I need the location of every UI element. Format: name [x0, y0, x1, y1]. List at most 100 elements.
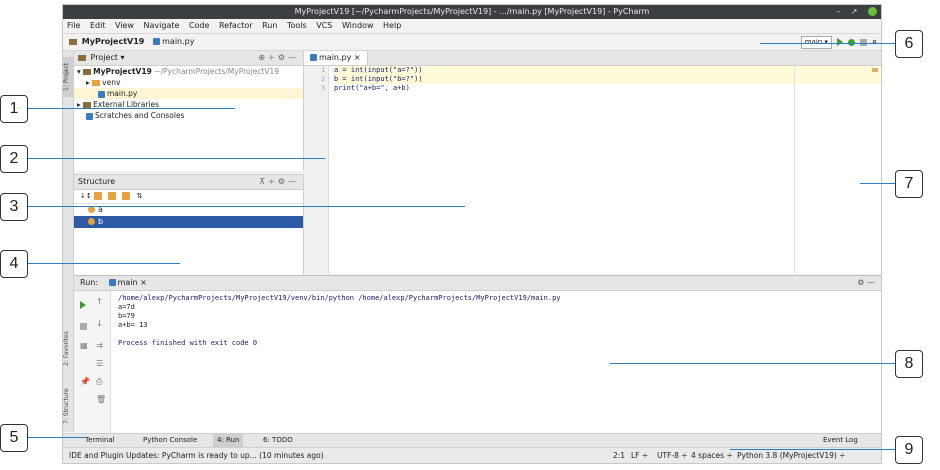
pycharm-window: MyProjectV19 [~/PycharmProjects/MyProjec… — [62, 4, 882, 464]
line-number: 3 — [321, 84, 325, 92]
menu-run[interactable]: Run — [262, 21, 277, 30]
structure-title: Structure — [78, 177, 116, 186]
debug-icon[interactable] — [847, 38, 855, 46]
tree-item-scratches[interactable]: Scratches and Consoles — [74, 110, 303, 121]
callout-6: 6 — [895, 30, 923, 58]
structure-tools-icons[interactable]: ⊼÷⚙— — [259, 175, 299, 189]
tab-main-py[interactable]: main.py × — [304, 51, 368, 65]
close-icon[interactable] — [868, 7, 877, 16]
menu-file[interactable]: File — [67, 21, 80, 30]
filter-icon[interactable] — [108, 192, 117, 200]
project-panel: Project ▾ ⊕÷⚙— ▾ MyProjectV19 ~/PycharmP… — [74, 51, 304, 171]
scroll-up-icon[interactable]: ↑ — [96, 297, 103, 306]
structure-item-b[interactable]: b — [74, 216, 303, 228]
window-controls: – ↗ — [828, 5, 877, 19]
status-line-separator[interactable]: LF ÷ — [631, 448, 648, 463]
scroll-to-end-icon[interactable]: ☰ — [96, 359, 103, 368]
code-line[interactable]: a = int(input("a=?")) — [334, 66, 881, 75]
menu-vcs[interactable]: VCS — [316, 21, 332, 30]
menu-edit[interactable]: Edit — [90, 21, 106, 30]
error-stripe-marker[interactable] — [872, 68, 878, 72]
code-editor: main.py × 1 2 3 a = int(input("a=?")) b … — [304, 51, 881, 274]
python-file-icon — [153, 38, 161, 45]
callout-line-8 — [610, 363, 895, 364]
run-tab-main[interactable]: main × — [108, 278, 147, 287]
expand-icon[interactable]: ⇅ — [137, 192, 143, 200]
editor-tabs: main.py × — [304, 51, 881, 66]
run-icon[interactable] — [836, 38, 843, 46]
filter-icon[interactable] — [93, 192, 102, 200]
structure-toolbar: ↓↕ ⇅ — [74, 190, 303, 204]
code-line[interactable]: print("a+b=", a+b) — [334, 84, 881, 93]
menu-code[interactable]: Code — [189, 21, 209, 30]
callout-4: 4 — [0, 250, 28, 278]
line-gutter: 1 2 3 — [304, 66, 329, 274]
run-config-select[interactable]: main ▾ — [800, 35, 832, 49]
scratches-icon — [86, 112, 93, 120]
code-area[interactable]: a = int(input("a=?")) b = int(input("b=?… — [334, 66, 881, 93]
callout-8: 8 — [895, 350, 923, 378]
project-view-select[interactable]: Project ▾ — [91, 53, 125, 62]
structure-panel-header: Structure ⊼÷⚙— — [74, 175, 303, 190]
pin-icon[interactable]: 📌 — [80, 377, 90, 386]
filter-icon[interactable] — [122, 192, 131, 200]
line-number: 1 — [321, 66, 325, 74]
console-output[interactable]: /home/alexp/PycharmProjects/MyProjectV19… — [118, 294, 561, 348]
menu-tools[interactable]: Tools — [287, 21, 307, 30]
tree-item-venv[interactable]: ▸ venv — [74, 77, 303, 88]
status-indent[interactable]: 4 spaces ÷ — [691, 448, 733, 463]
folder-icon — [83, 69, 92, 75]
breadcrumb-project[interactable]: MyProjectV19 — [82, 37, 145, 46]
menu-view[interactable]: View — [115, 21, 134, 30]
sort-icon[interactable]: ↓↕ — [80, 192, 92, 200]
soft-wrap-icon[interactable]: ⇉ — [96, 341, 103, 350]
status-position[interactable]: 2:1 — [613, 448, 625, 463]
breadcrumb-file[interactable]: main.py — [153, 37, 194, 46]
callout-3: 3 — [0, 193, 28, 221]
tab-event-log[interactable]: Event Log — [823, 434, 858, 447]
project-folder-icon — [69, 38, 77, 45]
python-file-icon — [98, 90, 105, 98]
stop-icon[interactable] — [859, 38, 867, 46]
callout-7: 7 — [895, 170, 923, 198]
menu-refactor[interactable]: Refactor — [219, 21, 253, 30]
folder-icon — [92, 80, 101, 86]
code-line[interactable]: b = int(input("b=?")) — [334, 75, 881, 84]
tab-python-console[interactable]: Python Console — [143, 434, 197, 447]
tab-todo[interactable]: 6: TODO — [263, 434, 293, 447]
menu-navigate[interactable]: Navigate — [144, 21, 180, 30]
panel-tools-icons[interactable]: ⊕÷⚙— — [258, 51, 299, 65]
side-tab-structure[interactable]: 7: Structure — [63, 381, 73, 431]
rerun-icon[interactable] — [80, 301, 86, 309]
callout-line-1 — [25, 108, 235, 109]
tree-root[interactable]: ▾ MyProjectV19 ~/PycharmProjects/MyProje… — [74, 66, 303, 77]
run-label: Run: — [80, 278, 99, 287]
maximize-icon[interactable]: ↗ — [851, 7, 858, 16]
search-icon[interactable]: ⌕ — [872, 34, 877, 50]
output-line: /home/alexp/PycharmProjects/MyProjectV19… — [118, 294, 561, 302]
tab-terminal[interactable]: Terminal — [85, 434, 115, 447]
python-file-icon — [310, 54, 317, 61]
side-tab-favorites[interactable]: 2: Favorites — [63, 321, 73, 376]
menu-help[interactable]: Help — [383, 21, 401, 30]
print-icon[interactable]: ⎙ — [96, 377, 102, 387]
callout-9: 9 — [895, 436, 923, 464]
scroll-down-icon[interactable]: ↓ — [96, 319, 103, 328]
output-line: Process finished with exit code 0 — [118, 339, 258, 347]
tree-item-main-py[interactable]: main.py — [74, 88, 303, 99]
tab-run[interactable]: 4: Run — [213, 434, 244, 447]
trash-icon[interactable]: 🗑 — [96, 395, 106, 404]
stop-icon[interactable] — [80, 323, 87, 330]
menu-window[interactable]: Window — [342, 21, 374, 30]
minimize-icon[interactable]: – — [836, 7, 840, 16]
callout-line-9 — [730, 449, 895, 450]
side-tab-project[interactable]: 1: Project — [63, 57, 73, 97]
callout-line-7 — [860, 183, 895, 184]
status-encoding[interactable]: UTF-8 ÷ — [657, 448, 688, 463]
callout-line-6 — [760, 43, 895, 44]
status-message[interactable]: IDE and Plugin Updates: PyCharm is ready… — [69, 448, 324, 463]
run-settings-icon[interactable]: ⚙ — — [857, 276, 875, 290]
layout-icon[interactable]: ▦ — [80, 341, 88, 350]
status-interpreter[interactable]: Python 3.8 (MyProjectV19) ÷ — [737, 448, 845, 463]
variable-icon — [88, 206, 95, 213]
